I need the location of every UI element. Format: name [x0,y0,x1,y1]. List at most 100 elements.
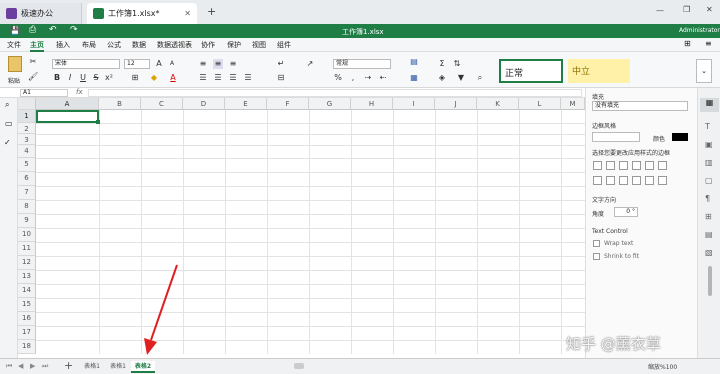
column-header[interactable]: M [561,98,585,110]
rotate-text-icon[interactable]: ↗ [305,59,315,69]
row-header[interactable]: 15 [18,298,36,312]
wrap-text-icon[interactable]: ↵ [276,59,286,69]
spreadsheet-grid[interactable]: A B C D E F G H I J K L M 1 2 3 4 5 6 7 … [18,98,585,354]
redo-icon[interactable]: ↷ [70,25,78,35]
italic-button[interactable]: I [65,73,75,83]
text-settings-icon[interactable]: T [705,122,710,131]
search-icon[interactable]: ⌕ [5,100,9,110]
slicer-settings-icon[interactable]: ▧ [705,248,713,257]
row-header[interactable]: 1 [18,110,36,123]
border-diag-down-icon[interactable] [658,161,667,170]
strikethrough-button[interactable]: S [91,73,101,83]
row-header[interactable]: 8 [18,200,36,214]
row-header[interactable]: 14 [18,284,36,298]
font-color-icon[interactable]: A [168,73,178,83]
delete-cells-icon[interactable]: ▦ [409,73,419,83]
merge-cells-icon[interactable]: ⊟ [276,73,286,83]
menu-formula[interactable]: 公式 [107,40,121,50]
prev-sheet-icon[interactable]: ◀ [18,362,23,370]
row-header[interactable]: 10 [18,228,36,242]
first-sheet-icon[interactable]: ⏮ [6,362,12,371]
function-icon[interactable]: fx [76,88,83,96]
fill-select[interactable]: 没有填充 [592,101,688,111]
open-location-icon[interactable]: ⊞ [684,39,691,48]
column-header[interactable]: F [267,98,309,110]
row-header[interactable]: 4 [18,145,36,158]
add-sheet-button[interactable]: + [64,359,73,372]
user-name[interactable]: Administrator [679,27,720,34]
comma-icon[interactable]: , [348,73,358,83]
decrease-decimal-icon[interactable]: ⇠ [378,73,388,83]
menu-pivot[interactable]: 数据透视表 [157,40,192,50]
selected-cell-a1[interactable] [36,110,99,123]
filter-icon[interactable]: ▼ [456,73,466,83]
format-painter-icon[interactable]: 🖌 [28,72,38,82]
close-window-button[interactable]: ✕ [706,5,713,14]
sort-icon[interactable]: ⇅ [452,59,462,69]
sheet-tab[interactable]: 表格1 [80,361,104,373]
menu-file[interactable]: 文件 [7,40,21,50]
column-header[interactable]: B [99,98,141,110]
column-header[interactable]: G [309,98,351,110]
paragraph-settings-icon[interactable]: ¶ [705,194,710,203]
menu-components[interactable]: 组件 [277,40,291,50]
align-center-icon[interactable]: ☰ [213,73,223,83]
border-left-icon[interactable] [593,176,602,185]
increase-decimal-icon[interactable]: ⇢ [363,73,373,83]
fill-handle[interactable] [96,120,100,124]
column-header[interactable]: C [141,98,183,110]
menu-data[interactable]: 数据 [132,40,146,50]
chart-settings-icon[interactable]: ▥ [705,158,713,167]
row-header[interactable]: 18 [18,340,36,354]
tab-document[interactable]: 工作簿1.xlsx* ✕ [87,3,197,24]
column-header[interactable]: A [36,98,99,110]
increase-font-icon[interactable]: A [154,59,164,69]
sheet-tab-active[interactable]: 表格2 [131,361,155,373]
row-header[interactable]: 6 [18,172,36,186]
restore-button[interactable]: ❐ [683,5,690,14]
border-color-swatch[interactable] [672,133,688,141]
border-bottom-icon[interactable] [658,176,667,185]
autosum-icon[interactable]: Σ [437,59,447,69]
sheet-tab[interactable]: 表格1 [106,361,130,373]
row-header[interactable]: 13 [18,270,36,284]
find-icon[interactable]: ⌕ [475,73,485,83]
menu-view[interactable]: 视图 [252,40,266,50]
align-middle-icon[interactable]: ≡ [213,59,223,69]
align-right-icon[interactable]: ☰ [228,73,238,83]
border-cross-icon[interactable] [619,161,628,170]
zoom-level[interactable]: 缩放%100 [648,362,677,371]
save-icon[interactable]: 💾 [10,26,20,35]
paste-icon[interactable] [8,56,22,72]
shrink-checkbox[interactable] [593,253,600,260]
insert-cells-icon[interactable]: ▤ [409,57,419,67]
row-header[interactable]: 9 [18,214,36,228]
number-format-select[interactable]: 常规 [333,59,391,69]
shape-settings-icon[interactable]: ▢ [705,176,713,185]
cut-icon[interactable]: ✂ [28,57,38,67]
row-header[interactable]: 12 [18,256,36,270]
styles-expand-icon[interactable]: ⌄ [696,59,712,83]
column-header[interactable]: E [225,98,267,110]
borders-icon[interactable]: ⊞ [130,73,140,83]
border-top-icon[interactable] [632,176,641,185]
row-header[interactable]: 16 [18,312,36,326]
font-name-select[interactable]: 宋体 [52,59,120,69]
row-header[interactable]: 11 [18,242,36,256]
image-settings-icon[interactable]: ▣ [705,140,713,149]
menu-home[interactable]: 主页 [30,40,44,52]
underline-button[interactable]: U [78,73,88,83]
table-settings-icon[interactable]: ⊞ [705,212,712,221]
undo-icon[interactable]: ↶ [49,25,57,35]
border-vertical-icon[interactable] [606,176,615,185]
style-neutral[interactable]: 中立 [568,59,630,83]
menu-more-icon[interactable]: ≡ [705,39,712,48]
menu-insert[interactable]: 插入 [56,40,70,50]
horizontal-scrollbar[interactable] [294,363,304,369]
percent-icon[interactable]: % [333,73,343,83]
font-size-select[interactable]: 12 [124,59,150,69]
align-top-icon[interactable]: ≡ [198,59,208,69]
border-right-icon[interactable] [619,176,628,185]
select-all-corner[interactable] [18,98,36,110]
next-sheet-icon[interactable]: ▶ [30,362,35,370]
